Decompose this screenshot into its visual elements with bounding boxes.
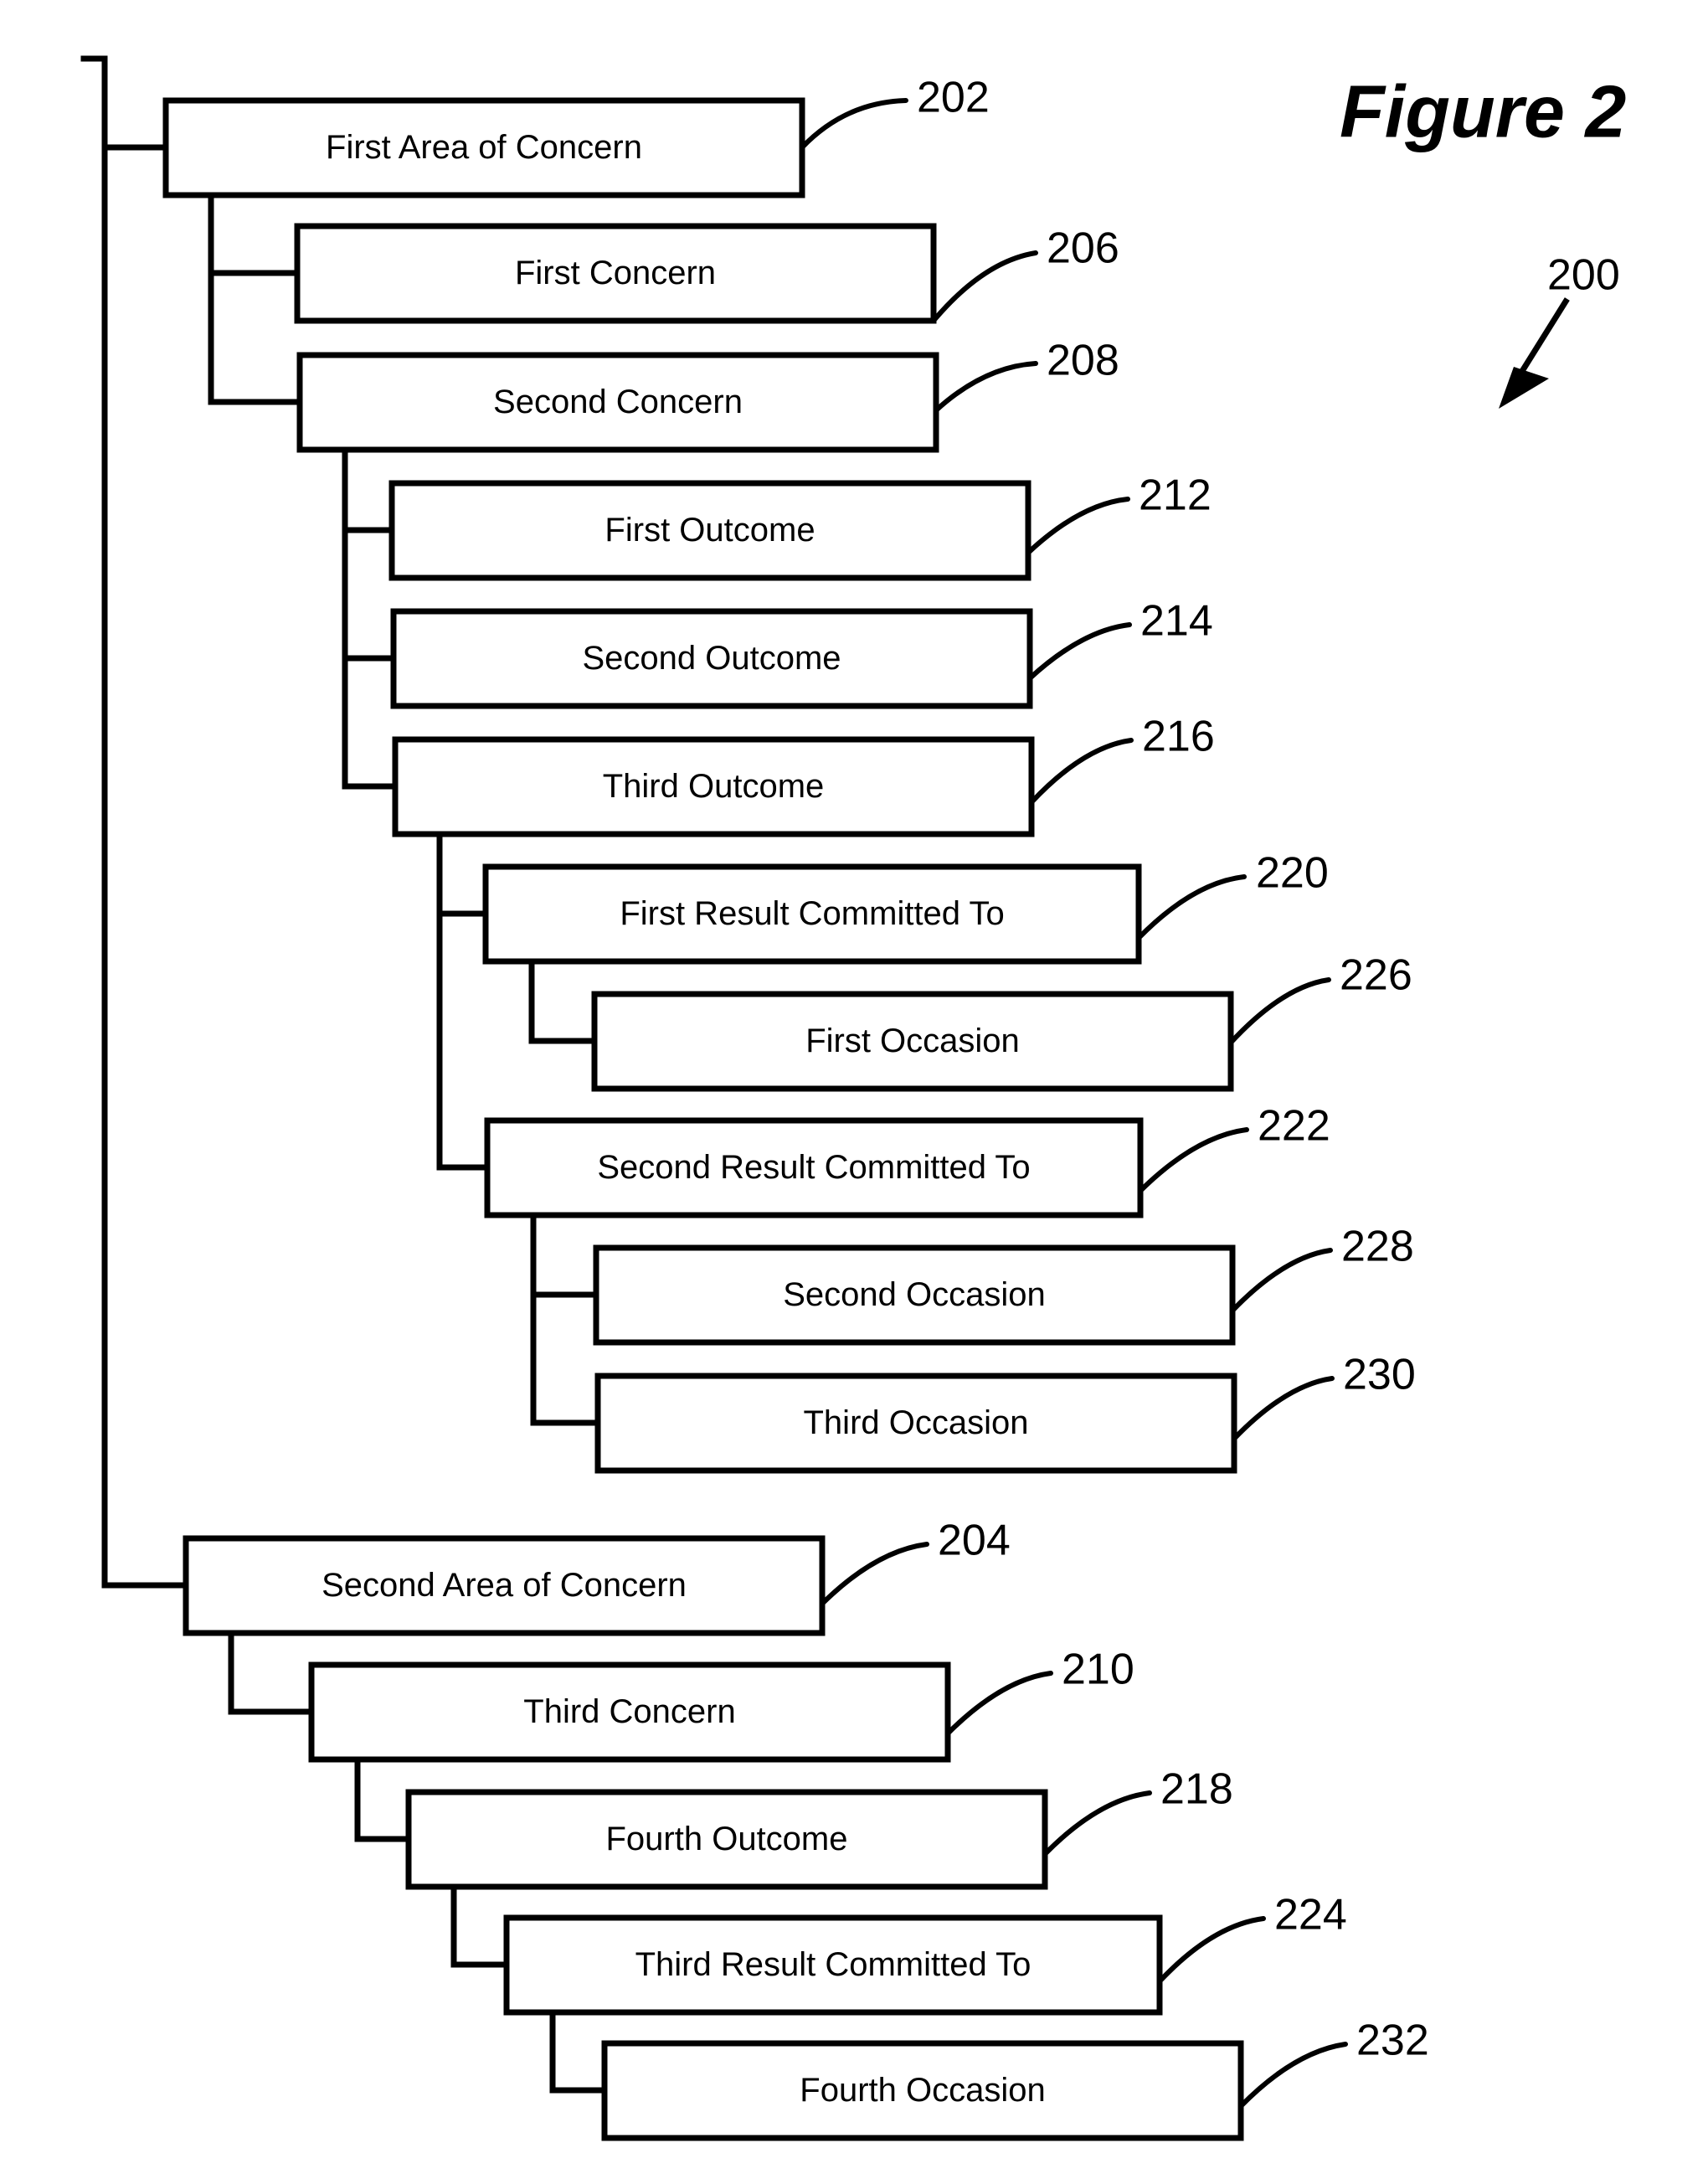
connector-fourth-outcome-children xyxy=(450,1883,510,1968)
leader-line-fourth-occasion xyxy=(1238,2042,1348,2109)
reference-number-third-concern: 210 xyxy=(1062,1646,1134,1694)
leader-line-second-occasion xyxy=(1230,1248,1333,1313)
reference-number-second-result-committed-to: 222 xyxy=(1258,1102,1330,1151)
node-label-second-outcome: Second Outcome xyxy=(582,640,841,677)
leader-line-first-concern xyxy=(931,250,1038,323)
reference-number-first-concern: 206 xyxy=(1047,224,1119,273)
node-label-first-result-committed-to: First Result Committed To xyxy=(620,895,1004,932)
node-label-third-concern: Third Concern xyxy=(523,1693,735,1730)
node-label-first-occasion: First Occasion xyxy=(805,1023,1020,1059)
reference-number-first-result-committed-to: 220 xyxy=(1256,849,1329,898)
leader-line-fourth-outcome xyxy=(1042,1790,1152,1857)
leader-line-second-concern xyxy=(934,361,1038,413)
connector-second-result-children xyxy=(530,1212,601,1426)
connector-second-concern-children xyxy=(342,446,399,790)
leader-line-third-occasion xyxy=(1232,1376,1335,1441)
reference-number-second-area-of-concern: 204 xyxy=(938,1517,1011,1565)
node-label-fourth-outcome: Fourth Outcome xyxy=(605,1821,847,1857)
reference-number-first-outcome: 212 xyxy=(1139,471,1212,520)
figure-title: Figure 2 xyxy=(1340,70,1626,152)
figure-annotation-group: Figure 2 200 xyxy=(1340,70,1626,409)
node-label-first-concern: First Concern xyxy=(515,255,716,291)
node-label-third-outcome: Third Outcome xyxy=(603,768,825,805)
reference-number-third-outcome: 216 xyxy=(1142,713,1215,761)
reference-number-third-result-committed-to: 224 xyxy=(1274,1891,1347,1939)
reference-number-second-outcome: 214 xyxy=(1140,597,1213,646)
node-boxes-group: First Area of Concern First Concern Second… xyxy=(162,97,1244,2141)
connector-third-outcome-children xyxy=(436,831,491,1171)
node-label-first-area-of-concern: First Area of Concern xyxy=(326,129,642,166)
leader-line-second-outcome xyxy=(1027,622,1132,681)
node-label-third-occasion: Third Occasion xyxy=(804,1404,1029,1441)
node-label-second-result-committed-to: Second Result Committed To xyxy=(597,1149,1030,1186)
connector-third-concern-children xyxy=(354,1756,412,1842)
node-label-first-outcome: First Outcome xyxy=(604,512,815,549)
node-label-second-area-of-concern: Second Area of Concern xyxy=(322,1567,687,1604)
leader-line-first-occasion xyxy=(1228,977,1331,1045)
figure-reference-number: 200 xyxy=(1547,251,1620,300)
reference-number-second-concern: 208 xyxy=(1047,337,1119,385)
node-label-fourth-occasion: Fourth Occasion xyxy=(800,2072,1045,2109)
leader-line-second-result-committed-to xyxy=(1138,1127,1249,1193)
leader-line-first-outcome xyxy=(1026,497,1130,555)
leader-line-first-area-of-concern xyxy=(800,98,908,150)
node-label-second-concern: Second Concern xyxy=(493,384,743,420)
leader-line-first-result-committed-to xyxy=(1136,874,1247,940)
reference-number-second-occasion: 228 xyxy=(1341,1223,1414,1271)
connector-second-area-children xyxy=(228,1630,315,1715)
patent-figure-page: First Area of Concern First Concern Second… xyxy=(0,0,1708,2179)
reference-number-fourth-outcome: 218 xyxy=(1160,1765,1233,1814)
leader-line-third-concern xyxy=(945,1671,1053,1736)
reference-number-third-occasion: 230 xyxy=(1343,1351,1416,1399)
connector-third-result-children xyxy=(549,2009,608,2094)
leader-line-third-result-committed-to xyxy=(1157,1916,1266,1984)
reference-number-first-occasion: 226 xyxy=(1340,951,1412,1000)
reference-number-fourth-occasion: 232 xyxy=(1356,2017,1429,2065)
leader-line-third-outcome xyxy=(1029,738,1134,805)
node-label-third-result-committed-to: Third Result Committed To xyxy=(635,1946,1031,1983)
connector-first-area-children xyxy=(208,192,303,405)
figure-reference-arrow-line xyxy=(1515,297,1570,379)
leader-line-second-area-of-concern xyxy=(820,1542,929,1606)
figure-reference-arrow-head xyxy=(1499,367,1549,409)
reference-number-first-area-of-concern: 202 xyxy=(917,74,990,122)
connector-first-result-children xyxy=(528,958,598,1044)
connector-root-trunk xyxy=(80,55,189,1589)
node-label-second-occasion: Second Occasion xyxy=(783,1276,1046,1313)
hierarchy-tree-diagram: First Area of Concern First Concern Second… xyxy=(80,55,1626,2141)
